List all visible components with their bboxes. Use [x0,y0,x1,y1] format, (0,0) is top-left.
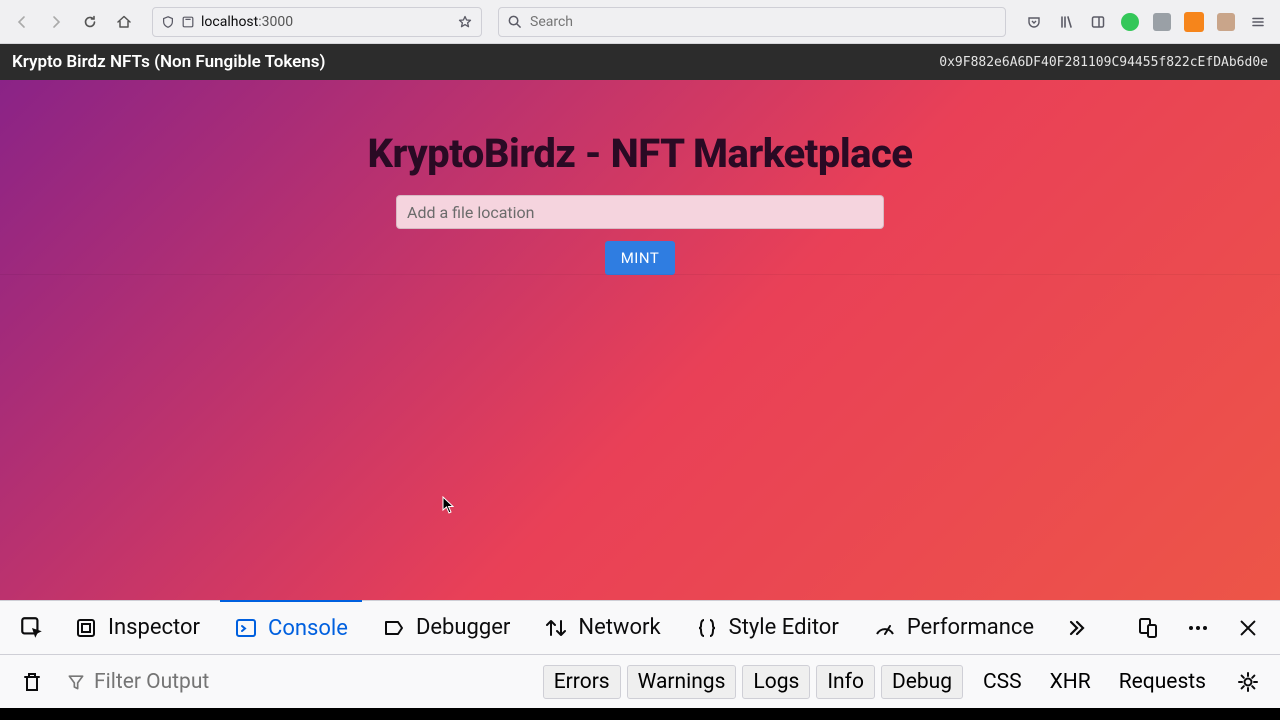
toggle-css[interactable]: CSS [975,670,1030,694]
url-bar[interactable]: localhost:3000 [152,7,482,37]
content-area: KryptoBirdz - NFT Marketplace MINT [0,80,1280,600]
url-text: localhost:3000 [201,14,293,30]
search-input[interactable] [530,14,997,30]
filter-icon [66,672,86,692]
marketplace-panel: KryptoBirdz - NFT Marketplace MINT [0,80,1280,600]
sidebar-icon[interactable] [1084,8,1112,36]
tab-style-editor[interactable]: Style Editor [681,601,853,655]
tab-console[interactable]: Console [220,600,362,654]
file-location-input[interactable] [396,195,884,229]
tab-debugger[interactable]: Debugger [368,601,524,655]
shield-icon [161,15,175,29]
pocket-icon[interactable] [1020,8,1048,36]
console-settings-icon[interactable] [1226,660,1270,704]
clear-console-icon[interactable] [10,660,54,704]
app-navbar: Krypto Birdz NFTs (Non Fungible Tokens) … [0,44,1280,80]
level-info[interactable]: Info [816,665,875,699]
bookmark-star-icon[interactable] [457,14,473,30]
level-debug[interactable]: Debug [881,665,963,699]
tab-performance[interactable]: Performance [859,601,1048,655]
devtools-meatball-icon[interactable] [1176,606,1220,650]
cursor-icon [442,496,454,514]
library-icon[interactable] [1052,8,1080,36]
tab-overflow-icon[interactable] [1054,606,1098,650]
browser-toolbar: localhost:3000 [0,0,1280,44]
toolbar-right [1020,8,1272,36]
performance-icon [873,616,897,640]
mint-button[interactable]: MINT [605,241,676,275]
back-button[interactable] [8,8,36,36]
network-icon [544,616,568,640]
console-toolbar: Errors Warnings Logs Info Debug CSS XHR … [0,655,1280,708]
inspector-icon [74,616,98,640]
toggle-requests[interactable]: Requests [1111,670,1214,694]
toggle-xhr[interactable]: XHR [1042,670,1099,694]
forward-button[interactable] [42,8,70,36]
log-level-group: Errors Warnings Logs Info Debug [543,665,963,699]
extension-generic-icon[interactable] [1148,8,1176,36]
extension-green-icon[interactable] [1116,8,1144,36]
responsive-mode-icon[interactable] [1126,606,1170,650]
search-icon [507,14,522,29]
extension-ganache-icon[interactable] [1212,8,1240,36]
console-filter[interactable] [66,670,486,694]
devtools-tabstrip: Inspector Console Debugger Network Style… [0,601,1280,655]
level-logs[interactable]: Logs [742,665,810,699]
window-bottom-strip [0,708,1280,720]
level-warnings[interactable]: Warnings [627,665,737,699]
tab-network[interactable]: Network [530,601,674,655]
page-info-icon [181,15,195,29]
home-button[interactable] [110,8,138,36]
app-title: Krypto Birdz NFTs (Non Fungible Tokens) [12,52,326,72]
menu-button[interactable] [1244,8,1272,36]
tab-inspector[interactable]: Inspector [60,601,214,655]
console-filter-input[interactable] [94,670,414,694]
extension-metamask-icon[interactable] [1180,8,1208,36]
search-bar[interactable] [498,7,1006,37]
wallet-address: 0x9F882e6A6DF40F281109C94455f822cEfDAb6d… [939,55,1268,70]
console-icon [234,616,258,640]
page-heading: KryptoBirdz - NFT Marketplace [367,130,912,177]
debugger-icon [382,616,406,640]
devtools-close-icon[interactable] [1226,606,1270,650]
devtools-panel: Inspector Console Debugger Network Style… [0,600,1280,708]
pick-element-icon[interactable] [10,606,54,650]
reload-button[interactable] [76,8,104,36]
style-editor-icon [695,616,719,640]
level-errors[interactable]: Errors [543,665,621,699]
